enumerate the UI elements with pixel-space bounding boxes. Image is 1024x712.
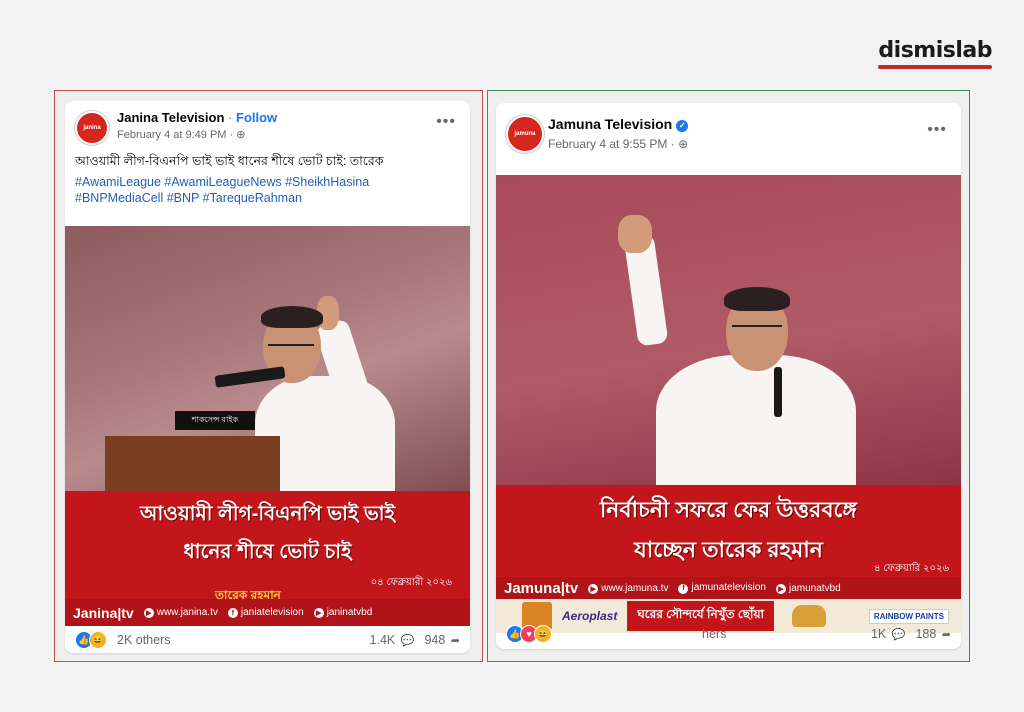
microphone [214,366,286,388]
post-stats: 1.4K 💬 948 ➦ [370,633,460,647]
footer-youtube: ▶ jamunatvbd [775,583,841,594]
page-name[interactable]: Jamuna Television [548,116,672,132]
comments-count[interactable]: 1K 💬 [871,627,905,641]
haha-reaction-icon: 😆 [89,631,107,649]
reaction-icons[interactable]: 👍 😆 [75,631,107,649]
post-date: ৪ ফেব্রুয়ারি ২০২৬ [874,563,949,574]
logo-text: dismislab [878,38,992,63]
post-header: jamuna Jamuna Television ✓ February 4 at … [496,103,961,155]
post-image[interactable]: নির্বাচনী সফরে ফের উত্তরবঙ্গে যাচ্ছেন তা… [496,175,961,633]
podium [105,436,280,496]
footer-facebook: f janiatelevision [227,607,304,619]
speaker-hair [724,287,790,311]
post-text: আওয়ামী লীগ-বিএনপি ভাই ভাই ধানের শীষে ভো… [75,154,384,168]
hashtags-line-2[interactable]: #BNPMediaCell #BNP #TarequeRahman [75,190,460,206]
logo-underline [878,65,992,69]
more-options-icon[interactable]: ••• [927,121,947,139]
globe-icon: ⊕ [236,129,246,141]
footer-website: ▶ www.janina.tv [143,607,218,618]
verified-badge-icon: ✓ [676,119,689,132]
reactions-count[interactable]: 2K others [117,633,171,647]
hashtags-line-1[interactable]: #AwamiLeague #AwamiLeagueNews #SheikhHas… [75,174,460,190]
channel-footer: Jamuna|tv ▶ www.jamuna.tv f jamunatelevisi… [496,577,961,599]
dismislab-logo: dismislab [878,38,992,69]
left-post-frame: janina Janina Television · Follow Februa… [54,90,483,662]
youtube-icon: ▶ [775,583,786,594]
reaction-bar: 👍 😆 2K others 1.4K 💬 948 ➦ [65,627,470,653]
globe-icon: ⊕ [678,137,689,151]
channel-footer: Janina|tv ▶ www.janina.tv f janiatelevisio… [65,599,470,626]
podium-sign: শাকসেন্স বাইক [175,411,255,430]
headline-banner: আওয়ামী লীগ-বিএনপি ভাই ভাই ধানের শীষে ভো… [65,491,470,602]
headline-line-2: যাচ্ছেন তারেক রহমান [634,537,823,562]
speaker-hand [618,215,652,253]
comment-icon: 💬 [891,629,906,641]
footer-website: ▶ www.jamuna.tv [588,583,668,594]
page-avatar[interactable]: janina [75,111,109,145]
speaker-shirt [656,355,856,495]
shares-count[interactable]: 948 ➦ [424,633,460,647]
youtube-icon: ▶ [313,608,324,618]
post-timestamp[interactable]: February 4 at 9:49 PM · ⊕ [117,128,245,141]
haha-reaction-icon: 😆 [534,625,552,644]
share-icon: ➦ [941,629,951,641]
speaker-hair [261,306,323,328]
post-stats: 1K 💬 188 ➦ [871,627,951,641]
separator: · [228,110,233,125]
post-header: janina Janina Television · Follow Februa… [65,101,470,153]
jamuna-tv-brand: Jamuna|tv [504,579,579,597]
facebook-post-janina: janina Janina Television · Follow Februa… [65,101,470,653]
post-timestamp[interactable]: February 4 at 9:55 PM · ⊕ [548,137,688,151]
post-date: ০৪ ফেব্রুয়ারী ২০২৬ [370,577,452,588]
shares-count[interactable]: 188 ➦ [915,627,951,641]
reaction-bar: 👍 ♥ 😆 hers 1K 💬 188 ➦ [496,619,961,649]
speaker-glasses [268,344,314,346]
facebook-post-jamuna: jamuna Jamuna Television ✓ February 4 at … [496,103,961,649]
play-icon: ▶ [143,608,154,618]
play-icon: ▶ [588,583,599,594]
follow-button[interactable]: Follow [236,110,277,125]
speaker-glasses [732,325,782,327]
page-avatar[interactable]: jamuna [506,115,544,153]
speaker-photo [496,175,961,495]
post-hashtags: #AwamiLeague #AwamiLeagueNews #SheikhHas… [65,170,470,212]
post-image[interactable]: শাকসেন্স বাইক আওয়ামী লীগ-বিএনপি ভাই ভাই… [65,226,470,626]
footer-facebook: f jamunatelevision [678,582,766,594]
footer-youtube: ▶ janinatvbd [313,607,372,618]
comments-count[interactable]: 1.4K 💬 [370,633,415,647]
share-icon: ➦ [450,635,460,647]
page-name-line: Jamuna Television ✓ [548,116,689,132]
janina-tv-brand: Janina|tv [73,604,134,621]
headline-line-2: ধানের শীষে ভোট চাই [183,541,352,563]
facebook-icon: f [227,608,238,619]
reactions-count[interactable]: hers [702,627,726,641]
right-post-frame: jamuna Jamuna Television ✓ February 4 at … [487,90,970,662]
microphone [774,367,782,417]
headline-line-1: আওয়ামী লীগ-বিএনপি ভাই ভাই [139,503,396,525]
headline-line-1: নির্বাচনী সফরে ফের উত্তরবঙ্গে [600,497,857,522]
facebook-icon: f [678,583,689,594]
page-name[interactable]: Janina Television [117,110,224,125]
comment-icon: 💬 [400,635,415,647]
page-name-line: Janina Television · Follow [117,110,277,125]
reaction-icons[interactable]: 👍 ♥ 😆 [506,624,552,644]
more-options-icon[interactable]: ••• [436,113,456,131]
speaker-photo: শাকসেন্স বাইক [65,226,470,496]
